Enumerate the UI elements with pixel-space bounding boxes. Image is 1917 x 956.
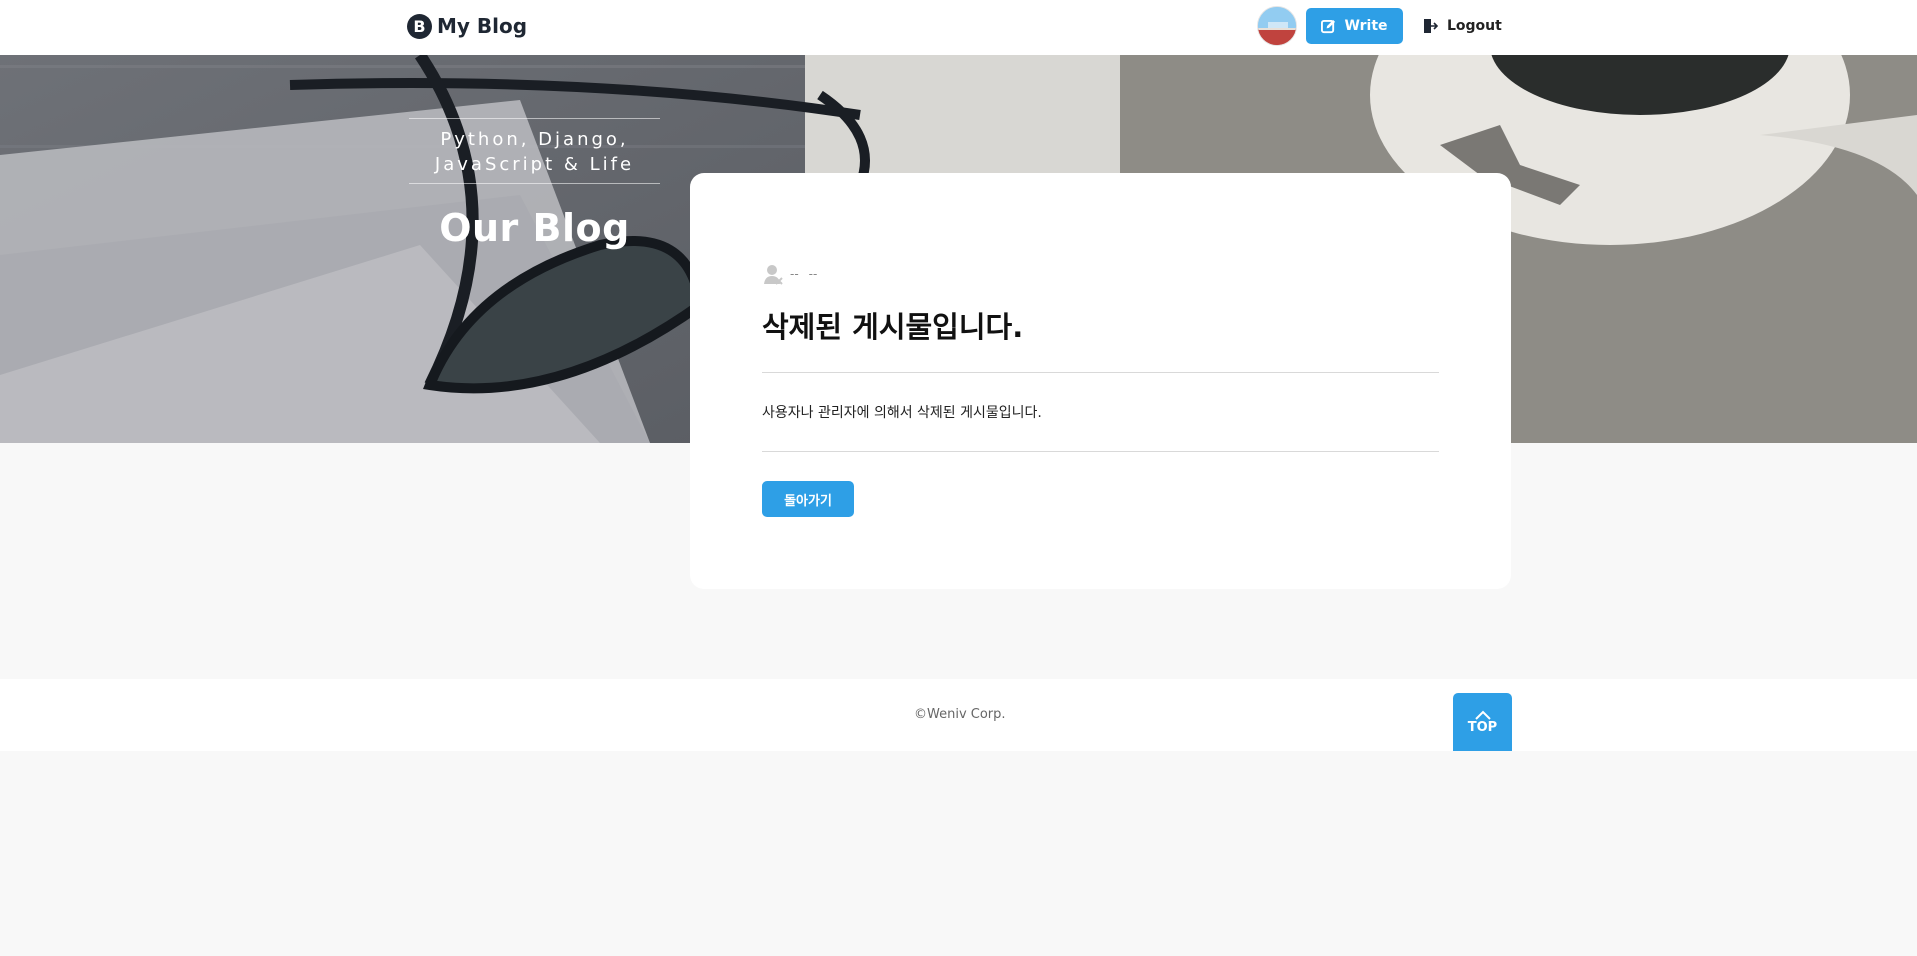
avatar-image [1258,7,1296,45]
site-title: My Blog [437,14,528,38]
site-logo[interactable]: B My Blog [407,11,527,41]
hero-subtitle: Python, Django, JavaScript & Life [409,119,660,183]
chevron-up-icon [1474,710,1491,720]
hero-title: Our Blog [439,206,630,250]
hero-text-block: Python, Django, JavaScript & Life Our Bl… [409,118,660,250]
scroll-top-label: TOP [1467,719,1498,735]
hero-subtitle-line1: Python, Django, [440,129,629,150]
write-button-label: Write [1344,18,1388,34]
write-button[interactable]: Write [1306,8,1403,44]
title-divider [762,372,1439,373]
body-divider [762,451,1439,452]
top-navbar: B My Blog Write Logout [0,0,1917,55]
logout-button-label: Logout [1447,18,1502,34]
post-title: 삭제된 게시물입니다. [762,310,1024,344]
back-button[interactable]: 돌아가기 [762,481,854,517]
edit-icon [1321,19,1336,33]
hero-subtitle-line2: JavaScript & Life [434,154,635,175]
user-avatar[interactable] [1257,6,1297,46]
copyright-text: ©Weniv Corp. [914,707,1006,722]
site-footer: ©Weniv Corp. TOP [0,679,1917,751]
post-card: -- -- 삭제된 게시물입니다. 사용자나 관리자에 의해서 삭제된 게시물입… [690,173,1511,589]
blog-logo-icon: B [407,13,432,39]
deleted-user-icon [764,265,783,285]
post-author: -- [790,267,799,281]
logout-icon [1424,19,1438,33]
logout-button[interactable]: Logout [1422,8,1502,44]
post-body: 사용자나 관리자에 의해서 삭제된 게시물입니다. [762,405,1042,421]
post-date: -- [808,267,818,281]
hero-divider-bottom [409,183,660,184]
post-meta: -- -- [762,263,817,285]
scroll-top-button[interactable]: TOP [1453,693,1512,751]
